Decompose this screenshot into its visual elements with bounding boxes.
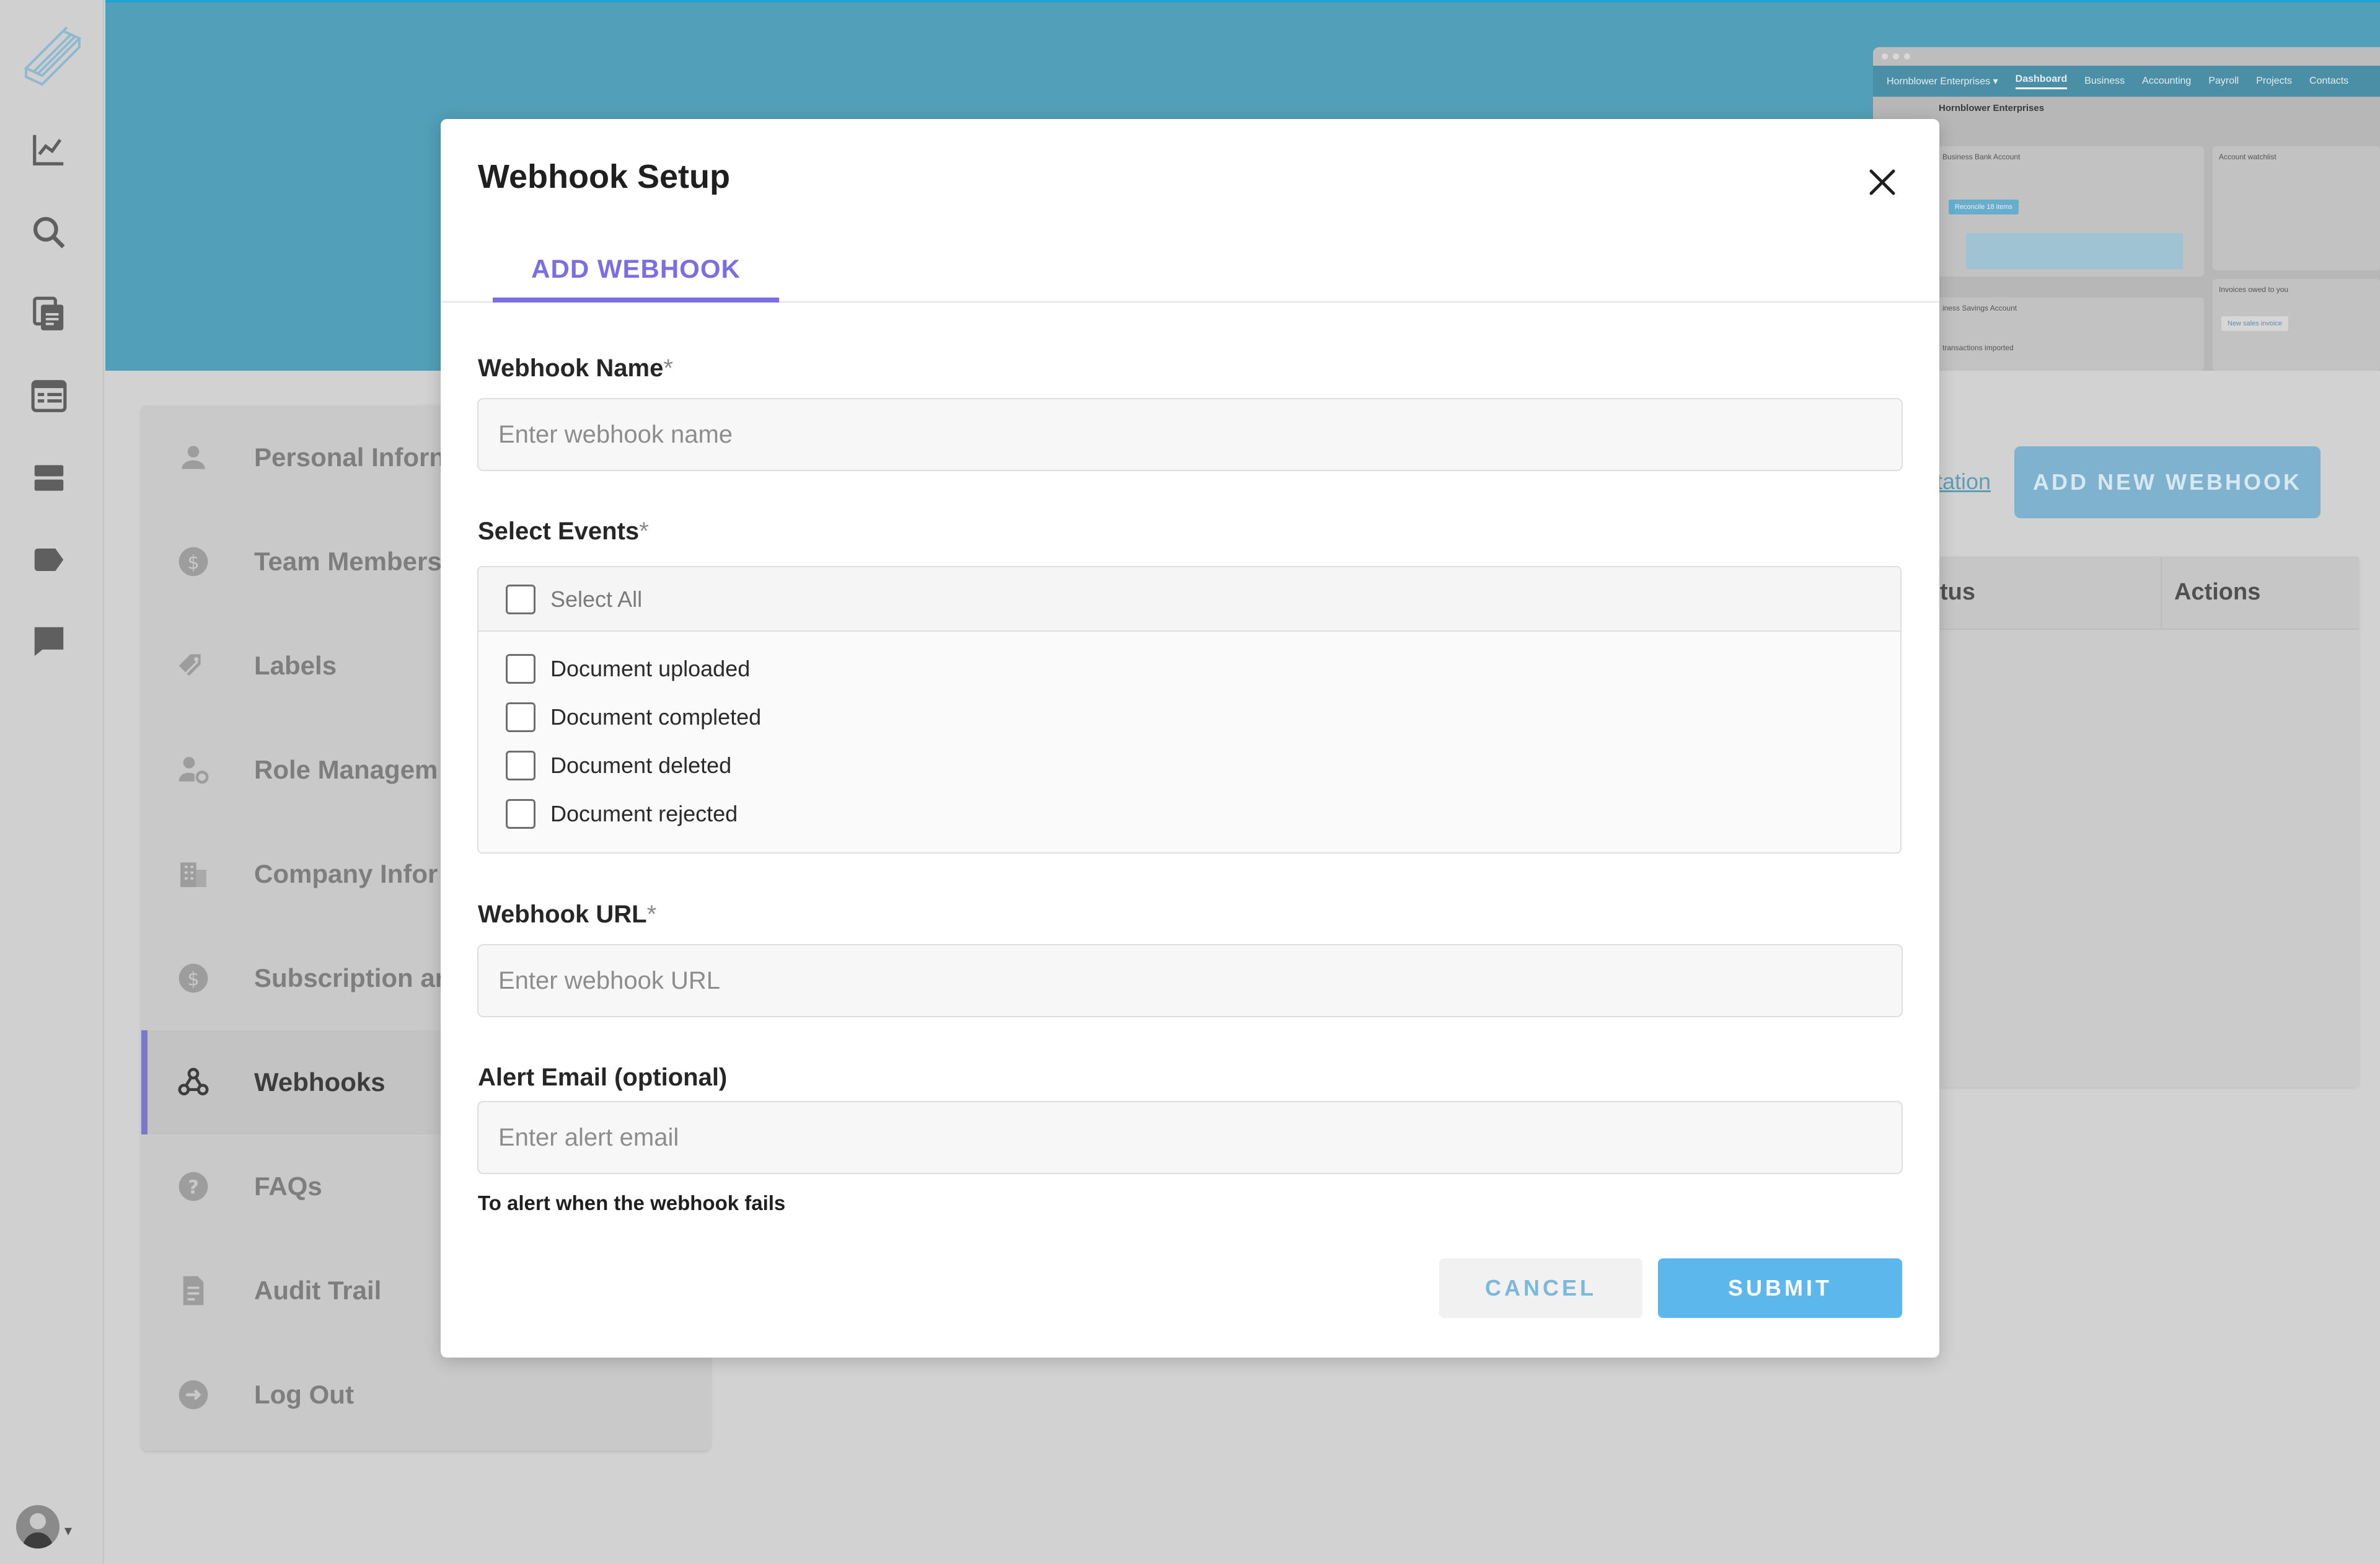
svg-text:$: $ (187, 969, 199, 991)
preview-title: Hornblower Enterprises (1939, 103, 2045, 113)
alert-email-input[interactable] (477, 1101, 1903, 1174)
preview-card-watchlist: Account watchlist (2213, 146, 2380, 270)
preview-chart (1966, 233, 2183, 269)
preview-reconcile-button: Reconcile 18 items (1949, 200, 2019, 214)
required-asterisk: * (646, 901, 657, 928)
webhook-url-input[interactable] (477, 944, 1903, 1017)
modal-title: Webhook Setup (478, 158, 731, 195)
avatar[interactable] (16, 1505, 60, 1549)
select-all-label: Select All (550, 586, 643, 612)
preview-nav-accounting: Accounting (2142, 76, 2192, 86)
documentation-link[interactable]: tation (1936, 469, 1991, 495)
chart-icon[interactable] (30, 130, 68, 169)
table-icon[interactable] (30, 377, 68, 415)
select-all-row: Select All (478, 567, 1900, 632)
event-option: Document deleted (506, 751, 731, 780)
event-option: Document rejected (506, 799, 738, 829)
cancel-button[interactable]: CANCEL (1439, 1258, 1642, 1318)
required-asterisk: * (639, 518, 649, 545)
event-checkbox-document-deleted[interactable] (506, 751, 536, 780)
svg-text:?: ? (188, 1177, 199, 1199)
preview-new-invoice-button: New sales invoice (2221, 316, 2289, 331)
webhook-icon (178, 1067, 209, 1095)
tag-icon[interactable] (30, 541, 68, 579)
webhook-name-input[interactable] (477, 398, 1903, 471)
chevron-down-icon[interactable]: ▾ (64, 1522, 72, 1540)
dollar-circle-icon: $ (178, 963, 208, 993)
svg-text:$: $ (187, 552, 199, 574)
event-label: Document uploaded (550, 656, 751, 681)
user-gear-icon (178, 757, 209, 784)
menu-item-label: Team Members (254, 547, 442, 576)
column-divider (2161, 557, 2162, 630)
icon-rail: ▾ (0, 0, 104, 1564)
building-icon (180, 862, 206, 887)
events-checklist: Select All Document uploaded Document co… (477, 566, 1902, 854)
required-asterisk: * (663, 355, 673, 382)
chat-icon[interactable] (30, 622, 68, 661)
modal-tabs: ADD WEBHOOK (441, 245, 1939, 303)
document-icon (183, 1276, 204, 1306)
search-icon[interactable] (30, 213, 68, 252)
tab-add-webhook[interactable]: ADD WEBHOOK (493, 245, 779, 303)
close-icon[interactable] (1862, 162, 1902, 202)
webhook-setup-modal: Webhook Setup ADD WEBHOOK Webhook Name* … (441, 119, 1939, 1358)
preview-company: Hornblower Enterprises ▾ (1887, 76, 1998, 87)
webhook-url-label: Webhook URL* (478, 901, 657, 928)
preview-nav-business: Business (2084, 76, 2125, 86)
event-label: Document deleted (550, 753, 732, 778)
table-header: tus Actions (1940, 557, 2359, 630)
menu-item-label: Role Managem (254, 755, 438, 784)
menu-item-label: Webhooks (254, 1067, 386, 1097)
alert-email-label: Alert Email (optional) (478, 1064, 728, 1091)
preview-nav-dashboard: Dashboard (2015, 74, 2068, 89)
event-option: Document completed (506, 702, 761, 732)
submit-button[interactable]: SUBMIT (1658, 1258, 1902, 1318)
event-option: Document uploaded (506, 654, 750, 684)
event-label: Document rejected (550, 801, 738, 826)
add-new-webhook-button[interactable]: ADD NEW WEBHOOK (2014, 446, 2320, 518)
webhook-name-label: Webhook Name* (478, 355, 673, 382)
select-events-label: Select Events* (478, 518, 649, 545)
menu-item-label: FAQs (254, 1172, 322, 1201)
preview-card-savings: iness Savings Account transactions impor… (1936, 298, 2204, 371)
person-icon (182, 446, 205, 469)
event-checkbox-document-rejected[interactable] (506, 799, 536, 829)
preview-nav-projects: Projects (2256, 76, 2293, 86)
alert-email-helper-text: To alert when the webhook fails (478, 1191, 786, 1214)
menu-item-label: Subscription ar (254, 963, 446, 992)
documents-icon[interactable] (30, 295, 68, 334)
select-all-checkbox[interactable] (506, 585, 536, 614)
storage-icon[interactable] (30, 459, 68, 497)
menu-item-label: Labels (254, 651, 337, 680)
menu-item-label: Audit Trail (254, 1276, 382, 1305)
menu-item-label: Log Out (254, 1380, 354, 1409)
logo-icon (24, 26, 82, 86)
dollar-circle-icon: $ (178, 547, 208, 577)
column-header-actions: Actions (2174, 579, 2261, 605)
webhooks-table: tus Actions (1940, 557, 2359, 1087)
menu-item-label: Company Infor (254, 859, 438, 888)
preview-nav-contacts: Contacts (2309, 76, 2349, 86)
event-label: Document completed (550, 704, 762, 730)
tags-icon (178, 654, 201, 676)
event-checkbox-document-completed[interactable] (506, 702, 536, 732)
menu-item-label: Personal Inforn (254, 443, 446, 472)
event-checkbox-document-uploaded[interactable] (506, 654, 536, 684)
menu-item-log-out[interactable]: Log Out (141, 1343, 710, 1447)
app-preview-image: Hornblower Enterprises ▾ Dashboard Busin… (1873, 47, 2380, 371)
question-circle-icon: ? (178, 1172, 208, 1201)
logout-icon (178, 1380, 208, 1410)
column-header-status: tus (1940, 579, 1975, 605)
preview-nav-payroll: Payroll (2208, 76, 2239, 86)
